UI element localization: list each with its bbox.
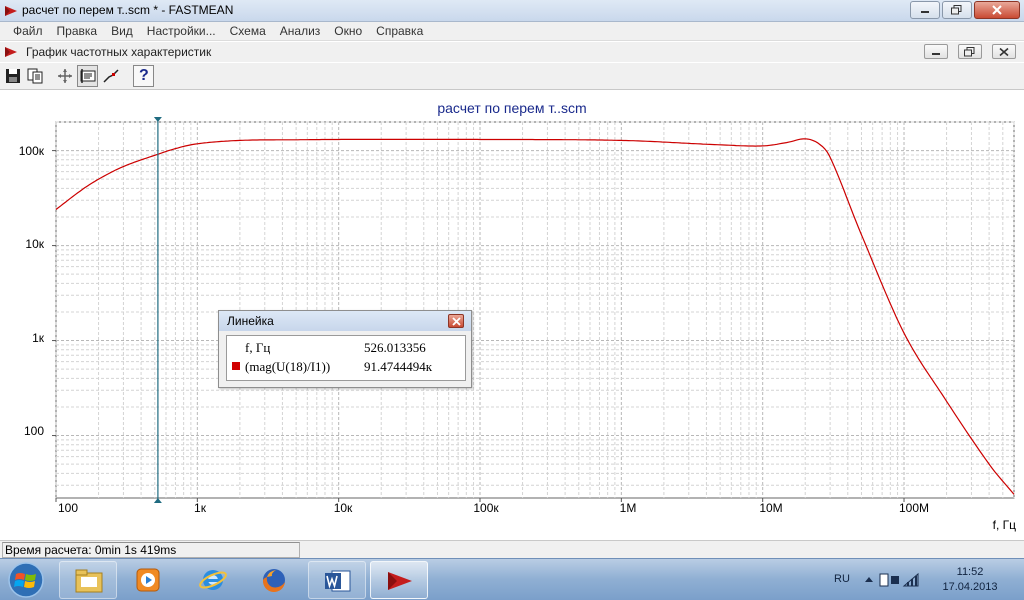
x-tick-label: 100M bbox=[898, 501, 930, 515]
save-button[interactable] bbox=[2, 65, 23, 87]
restore-icon bbox=[964, 46, 975, 56]
language-indicator[interactable]: RU bbox=[834, 573, 850, 585]
y-tick-label: 100 bbox=[23, 424, 44, 438]
internet-explorer-icon bbox=[199, 570, 227, 590]
x-tick-label: 100к bbox=[473, 501, 499, 515]
x-tick-label: 10к bbox=[333, 501, 353, 515]
ruler-row: f, Гц 526.013356 bbox=[227, 339, 465, 357]
child-minimize-button[interactable] bbox=[924, 44, 948, 59]
fastmean-app-icon bbox=[388, 572, 412, 590]
ruler-tool-button[interactable] bbox=[77, 65, 98, 87]
close-icon bbox=[452, 317, 461, 326]
start-button[interactable] bbox=[4, 561, 48, 599]
menu-help[interactable]: Справка bbox=[369, 22, 430, 40]
copy-icon bbox=[27, 68, 43, 84]
taskbar-word[interactable] bbox=[308, 561, 366, 599]
move-button[interactable] bbox=[54, 65, 75, 87]
y-tick-label: 1к bbox=[32, 331, 44, 345]
x-axis-name: f, Гц bbox=[992, 518, 1016, 532]
menu-window[interactable]: Окно bbox=[327, 22, 369, 40]
ruler-title: Линейка bbox=[227, 314, 274, 328]
menu-view[interactable]: Вид bbox=[104, 22, 140, 40]
menu-settings[interactable]: Настройки... bbox=[140, 22, 223, 40]
tray-expand-icon bbox=[865, 577, 873, 582]
x-tick-label: 1M bbox=[619, 501, 637, 515]
minimize-icon bbox=[921, 11, 929, 13]
system-tray-icons[interactable] bbox=[862, 572, 926, 588]
ruler-icon bbox=[80, 69, 96, 83]
taskbar-internet-explorer[interactable] bbox=[184, 561, 242, 599]
line-icon bbox=[103, 69, 119, 83]
line-tool-button[interactable] bbox=[100, 65, 121, 87]
firefox-icon bbox=[262, 569, 285, 593]
minimize-icon bbox=[932, 52, 940, 55]
help-icon: ? bbox=[139, 67, 149, 84]
taskbar-firefox[interactable] bbox=[245, 561, 303, 599]
status-bar: Время расчета: 0min 1s 419ms bbox=[0, 540, 1024, 558]
ruler-row-name: (mag(U(18)/I1)) bbox=[245, 359, 331, 374]
window-title: расчет по перем т..scm * - FASTMEAN bbox=[22, 3, 234, 17]
taskbar-clock[interactable]: 11:52 17.04.2013 bbox=[935, 565, 1005, 595]
toolbar: ? bbox=[0, 63, 1024, 90]
ruler-dialog[interactable]: Линейка f, Гц 526.013356 (mag(U(18)/I1))… bbox=[218, 310, 472, 388]
x-tick-label: 10M bbox=[759, 501, 783, 515]
menu-file[interactable]: Файл bbox=[6, 22, 50, 40]
help-button[interactable]: ? bbox=[133, 65, 154, 87]
media-player-icon bbox=[136, 568, 160, 592]
restore-icon bbox=[951, 5, 962, 15]
folder-icon bbox=[75, 569, 103, 593]
ruler-close-button[interactable] bbox=[448, 314, 464, 328]
word-icon bbox=[325, 570, 351, 592]
copy-button[interactable] bbox=[24, 65, 45, 87]
y-tick-label: 10к bbox=[25, 237, 44, 251]
network-icon bbox=[891, 576, 899, 584]
x-tick-label: 100 bbox=[57, 501, 79, 515]
x-tick-label: 1к bbox=[194, 501, 206, 515]
move-icon bbox=[58, 69, 72, 83]
clock-date: 17.04.2013 bbox=[942, 581, 998, 593]
ruler-readout: f, Гц 526.013356 (mag(U(18)/I1)) 91.4744… bbox=[226, 335, 466, 381]
fastmean-app-icon bbox=[5, 6, 17, 16]
title-bar: расчет по перем т..scm * - FASTMEAN bbox=[0, 0, 1024, 22]
save-icon bbox=[6, 69, 20, 83]
ruler-row-name: f, Гц bbox=[245, 340, 271, 355]
child-restore-button[interactable] bbox=[958, 44, 982, 59]
frequency-response-chart[interactable] bbox=[0, 91, 1024, 538]
taskbar: RU 11:52 17.04.2013 bbox=[0, 558, 1024, 600]
ruler-title-bar[interactable]: Линейка bbox=[219, 311, 471, 331]
close-button[interactable] bbox=[974, 1, 1020, 19]
ruler-cursor-handle bbox=[153, 498, 162, 503]
close-icon bbox=[992, 5, 1002, 15]
child-close-button[interactable] bbox=[992, 44, 1016, 59]
close-icon bbox=[999, 47, 1009, 56]
fastmean-doc-icon bbox=[5, 47, 17, 57]
windows-start-icon bbox=[8, 562, 44, 598]
calc-time-status: Время расчета: 0min 1s 419ms bbox=[2, 542, 300, 558]
y-tick-label: 100к bbox=[18, 144, 44, 158]
ruler-row-value: 526.013356 bbox=[364, 340, 426, 355]
taskbar-fastmean[interactable] bbox=[370, 561, 428, 599]
ruler-cursor-handle bbox=[153, 117, 162, 122]
menu-circuit[interactable]: Схема bbox=[223, 22, 273, 40]
taskbar-media-player[interactable] bbox=[119, 561, 177, 599]
child-window-title: График частотных характеристик bbox=[26, 45, 212, 59]
ruler-row: (mag(U(18)/I1)) 91.4744494к bbox=[227, 358, 465, 376]
ruler-row-value: 91.4744494к bbox=[364, 359, 433, 374]
action-center-flag-icon bbox=[879, 573, 889, 587]
menu-bar: Файл Правка Вид Настройки... Схема Анали… bbox=[0, 22, 1024, 41]
child-window-bar: График частотных характеристик bbox=[0, 42, 1024, 62]
menu-analysis[interactable]: Анализ bbox=[273, 22, 328, 40]
series-color-marker bbox=[232, 362, 240, 370]
minimize-button[interactable] bbox=[910, 1, 940, 19]
menu-edit[interactable]: Правка bbox=[50, 22, 105, 40]
taskbar-explorer[interactable] bbox=[59, 561, 117, 599]
restore-button[interactable] bbox=[942, 1, 972, 19]
clock-time: 11:52 bbox=[956, 566, 984, 578]
plot-area[interactable]: расчет по перем т..scm 100к 10к 1к 100 1… bbox=[0, 91, 1024, 538]
